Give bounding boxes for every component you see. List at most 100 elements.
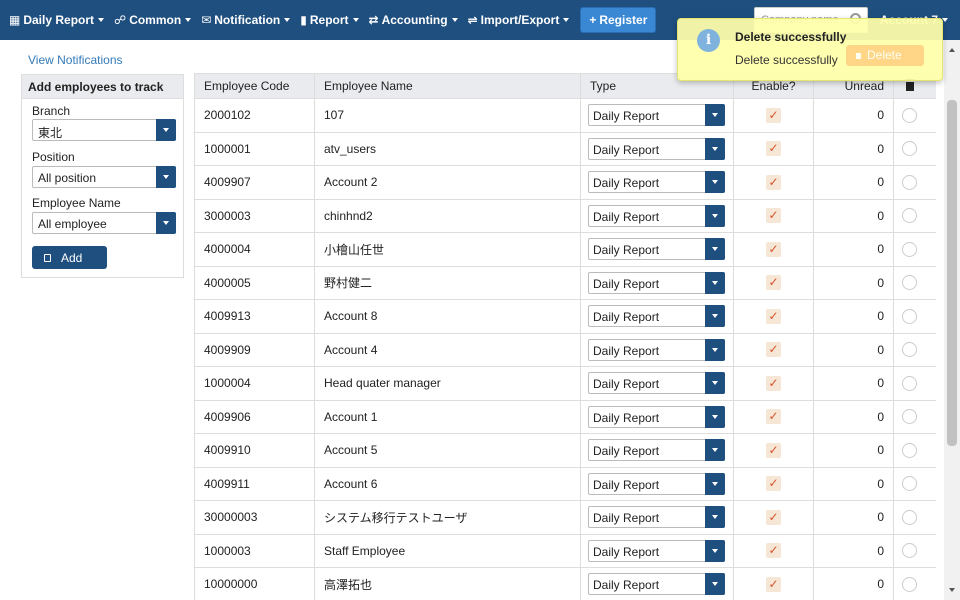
branch-select[interactable]: 東北 <box>32 119 176 141</box>
row-select-radio[interactable] <box>902 543 917 559</box>
row-select-radio[interactable] <box>902 241 917 257</box>
scroll-up-icon[interactable] <box>949 48 955 52</box>
header-employee-code[interactable]: Employee Code <box>194 73 315 99</box>
cell-type: Daily Report <box>580 567 734 600</box>
type-select-value: Daily Report <box>593 310 660 325</box>
cell-employee-name: 高澤拓也 <box>314 567 581 600</box>
cell-select <box>893 567 936 600</box>
checkmark-icon: ✓ <box>768 543 779 558</box>
enable-checkbox[interactable]: ✓ <box>766 342 781 358</box>
cell-employee-name: Account 4 <box>314 332 581 367</box>
type-select-value: Daily Report <box>593 276 660 291</box>
checkmark-icon: ✓ <box>768 241 779 256</box>
register-button[interactable]: + Register <box>580 7 657 33</box>
row-select-radio[interactable] <box>902 375 917 391</box>
cell-unread: 0 <box>813 198 894 233</box>
row-select-radio[interactable] <box>902 342 917 358</box>
enable-checkbox[interactable]: ✓ <box>766 509 781 525</box>
type-select-value: Daily Report <box>593 477 660 492</box>
cell-employee-code: 4000005 <box>194 265 315 300</box>
calendar-icon: ▦ <box>9 13 21 27</box>
row-select-radio[interactable] <box>902 275 917 291</box>
table-row: 4009911 Account 6 Daily Report ✓ 0 <box>194 466 936 501</box>
enable-checkbox[interactable]: ✓ <box>766 174 781 190</box>
type-select[interactable]: Daily Report <box>588 573 725 596</box>
type-select[interactable]: Daily Report <box>588 104 725 127</box>
type-select[interactable]: Daily Report <box>588 137 725 160</box>
enable-checkbox[interactable]: ✓ <box>766 208 781 224</box>
chevron-down-icon <box>705 104 725 127</box>
row-select-radio[interactable] <box>902 442 917 458</box>
enable-checkbox[interactable]: ✓ <box>766 476 781 492</box>
cell-select <box>893 131 936 166</box>
header-employee-name[interactable]: Employee Name <box>314 73 581 99</box>
toast-message: Delete successfully <box>735 53 838 67</box>
type-select[interactable]: Daily Report <box>588 405 725 428</box>
toast-delete-button[interactable]: Delete <box>846 45 924 66</box>
employee-name-select[interactable]: All employee <box>32 212 176 234</box>
table-row: 4009906 Account 1 Daily Report ✓ 0 <box>194 399 936 434</box>
type-select-value: Daily Report <box>593 142 660 157</box>
enable-checkbox[interactable]: ✓ <box>766 241 781 257</box>
success-toast[interactable]: i Delete successfully Delete successfull… <box>677 18 943 81</box>
row-select-radio[interactable] <box>902 107 917 123</box>
cell-select <box>893 533 936 568</box>
row-select-radio[interactable] <box>902 409 917 425</box>
enable-checkbox[interactable]: ✓ <box>766 308 781 324</box>
type-select[interactable]: Daily Report <box>588 472 725 495</box>
view-notifications-link[interactable]: View Notifications <box>28 53 123 67</box>
enable-checkbox[interactable]: ✓ <box>766 375 781 391</box>
checkmark-icon: ✓ <box>768 375 779 390</box>
scroll-thumb[interactable] <box>947 100 957 446</box>
type-select[interactable]: Daily Report <box>588 204 725 227</box>
nav-item-daily-report[interactable]: ▦ Daily Report <box>4 0 109 40</box>
page-scrollbar[interactable] <box>944 40 960 600</box>
type-select[interactable]: Daily Report <box>588 439 725 462</box>
cell-enable: ✓ <box>733 165 814 200</box>
enable-checkbox[interactable]: ✓ <box>766 576 781 592</box>
cell-select <box>893 98 936 133</box>
register-label: Register <box>599 13 648 27</box>
nav-item-notification[interactable]: ✉ Notification <box>196 0 295 40</box>
cell-employee-name: 野村健二 <box>314 265 581 300</box>
type-select[interactable]: Daily Report <box>588 238 725 261</box>
row-select-radio[interactable] <box>902 174 917 190</box>
table-row: 4009907 Account 2 Daily Report ✓ 0 <box>194 165 936 200</box>
add-button[interactable]: Add <box>32 246 107 269</box>
row-select-radio[interactable] <box>902 141 917 157</box>
row-select-radio[interactable] <box>902 509 917 525</box>
enable-checkbox[interactable]: ✓ <box>766 442 781 458</box>
scroll-down-icon[interactable] <box>949 588 955 592</box>
enable-checkbox[interactable]: ✓ <box>766 543 781 559</box>
cell-type: Daily Report <box>580 466 734 501</box>
type-select[interactable]: Daily Report <box>588 271 725 294</box>
row-select-radio[interactable] <box>902 576 917 592</box>
enable-checkbox[interactable]: ✓ <box>766 409 781 425</box>
checkmark-icon: ✓ <box>768 509 779 524</box>
nav-item-import-export[interactable]: ⇌ Import/Export <box>463 0 575 40</box>
enable-checkbox[interactable]: ✓ <box>766 107 781 123</box>
type-select[interactable]: Daily Report <box>588 171 725 194</box>
type-select[interactable]: Daily Report <box>588 372 725 395</box>
chevron-down-icon <box>156 166 176 188</box>
type-select[interactable]: Daily Report <box>588 305 725 328</box>
nav-item-report[interactable]: ▮ Report <box>295 0 363 40</box>
type-select[interactable]: Daily Report <box>588 539 725 562</box>
table-row: 4009913 Account 8 Daily Report ✓ 0 <box>194 299 936 334</box>
nav-item-accounting[interactable]: ⇄ Accounting <box>364 0 463 40</box>
cell-employee-name: Staff Employee <box>314 533 581 568</box>
type-select[interactable]: Daily Report <box>588 338 725 361</box>
type-select[interactable]: Daily Report <box>588 506 725 529</box>
cell-unread: 0 <box>813 265 894 300</box>
employee-table-container: Employee Code Employee Name Type Enable?… <box>194 73 936 600</box>
table-row: 30000003 システム移行テストユーザ Daily Report ✓ 0 <box>194 500 936 535</box>
row-select-radio[interactable] <box>902 308 917 324</box>
enable-checkbox[interactable]: ✓ <box>766 275 781 291</box>
nav-item-common[interactable]: ☍ Common <box>109 0 196 40</box>
position-select[interactable]: All position <box>32 166 176 188</box>
nav-item-label: Report <box>309 13 349 27</box>
row-select-radio[interactable] <box>902 208 917 224</box>
row-select-radio[interactable] <box>902 476 917 492</box>
enable-checkbox[interactable]: ✓ <box>766 141 781 157</box>
cell-select <box>893 332 936 367</box>
